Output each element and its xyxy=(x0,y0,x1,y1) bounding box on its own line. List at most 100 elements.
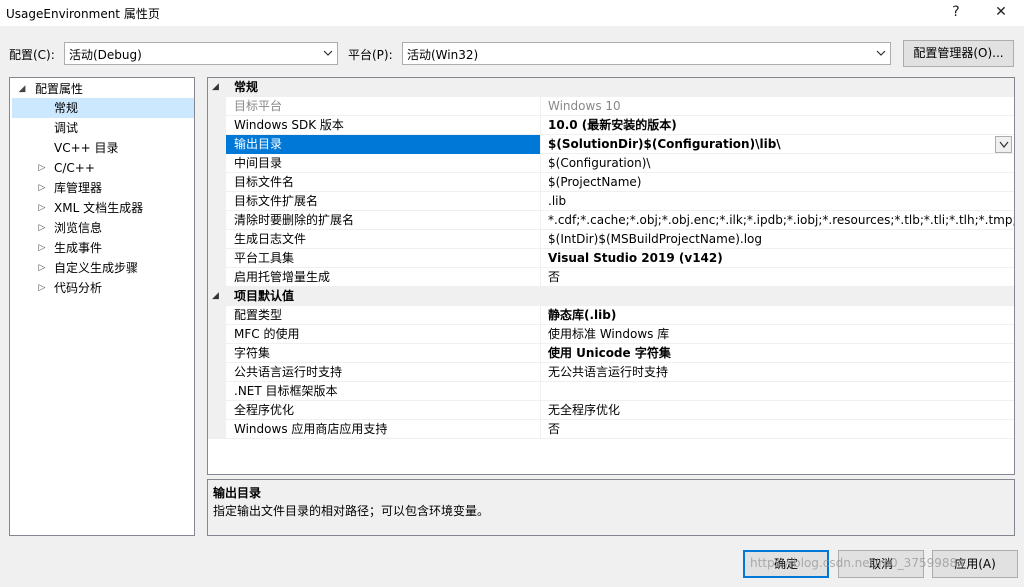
property-name: MFC 的使用 xyxy=(234,325,541,344)
property-value: 否 xyxy=(548,422,561,436)
property-name: 公共语言运行时支持 xyxy=(234,363,541,382)
platform-label: 平台(P): xyxy=(348,48,393,62)
tree-item-browse-information[interactable]: ▷ 浏览信息 xyxy=(10,218,194,238)
property-row-windows-store-app-support[interactable]: Windows 应用商店应用支持 否 xyxy=(208,420,1014,439)
property-value: 使用 Unicode 字符集 xyxy=(548,346,671,360)
chevron-down-icon xyxy=(323,50,333,56)
tree-item-label: VC++ 目录 xyxy=(54,141,119,155)
collapsed-arrow-icon[interactable]: ▷ xyxy=(36,218,48,238)
property-row-configuration-type[interactable]: 配置类型 静态库(.lib) xyxy=(208,306,1014,325)
property-name: 生成日志文件 xyxy=(234,230,541,249)
chevron-down-icon xyxy=(999,141,1009,148)
property-value: $(IntDir)$(MSBuildProjectName).log xyxy=(548,232,763,246)
platform-select[interactable]: 活动(Win32) xyxy=(402,42,891,65)
property-row-clr-support[interactable]: 公共语言运行时支持 无公共语言运行时支持 xyxy=(208,363,1014,382)
property-value xyxy=(548,382,1014,401)
property-value: 使用标准 Windows 库 xyxy=(548,327,670,341)
tree-item-xml-doc-generator[interactable]: ▷ XML 文档生成器 xyxy=(10,198,194,218)
tree-item-librarian[interactable]: ▷ 库管理器 xyxy=(10,178,194,198)
tree-item-config-properties[interactable]: ◢ 配置属性 xyxy=(10,79,194,99)
collapsed-arrow-icon[interactable]: ▷ xyxy=(36,178,48,198)
property-value: *.cdf;*.cache;*.obj;*.obj.enc;*.ilk;*.ip… xyxy=(548,213,1014,227)
config-select-value: 活动(Debug) xyxy=(69,48,142,62)
property-row-target-extension[interactable]: 目标文件扩展名 .lib xyxy=(208,192,1014,211)
help-button[interactable]: ? xyxy=(933,0,979,26)
category-project-defaults[interactable]: ◢ 项目默认值 xyxy=(208,287,1014,306)
property-name: 目标文件扩展名 xyxy=(234,192,541,211)
tree-item-label: 配置属性 xyxy=(35,82,84,96)
property-value: .lib xyxy=(548,194,567,208)
property-name: 输出目录 xyxy=(226,135,541,154)
property-row-net-target-framework[interactable]: .NET 目标框架版本 xyxy=(208,382,1014,401)
config-manager-button[interactable]: 配置管理器(O)... xyxy=(903,40,1014,67)
property-row-target-name[interactable]: 目标文件名 $(ProjectName) xyxy=(208,173,1014,192)
property-name: 目标平台 xyxy=(234,97,541,116)
expanded-arrow-icon[interactable]: ◢ xyxy=(16,79,28,99)
property-value: 10.0 (最新安装的版本) xyxy=(548,118,677,132)
tree-item-general[interactable]: 常规 xyxy=(12,98,194,118)
property-value: $(Configuration)\ xyxy=(548,156,651,170)
collapsed-arrow-icon[interactable]: ▷ xyxy=(36,158,48,178)
category-label: 项目默认值 xyxy=(234,289,295,303)
collapsed-arrow-icon[interactable]: ▷ xyxy=(36,198,48,218)
property-name: 启用托管增量生成 xyxy=(234,268,541,287)
description-title: 输出目录 xyxy=(213,486,262,500)
tree-item-code-analysis[interactable]: ▷ 代码分析 xyxy=(10,278,194,298)
config-label: 配置(C): xyxy=(9,48,55,62)
tree-item-label: C/C++ xyxy=(54,161,95,175)
property-name: 字符集 xyxy=(234,344,541,363)
expanded-arrow-icon[interactable]: ◢ xyxy=(212,78,219,97)
collapsed-arrow-icon[interactable]: ▷ xyxy=(36,238,48,258)
property-row-managed-incremental-build[interactable]: 启用托管增量生成 否 xyxy=(208,268,1014,287)
property-name: 中间目录 xyxy=(234,154,541,173)
collapsed-arrow-icon[interactable]: ▷ xyxy=(36,258,48,278)
tree-item-label: XML 文档生成器 xyxy=(54,201,144,215)
tree-item-vc-directories[interactable]: VC++ 目录 xyxy=(10,138,194,158)
tree-item-label: 调试 xyxy=(54,121,79,135)
property-value: 无公共语言运行时支持 xyxy=(548,365,669,379)
description-panel: 输出目录 指定输出文件目录的相对路径；可以包含环境变量。 xyxy=(207,479,1015,536)
property-row-character-set[interactable]: 字符集 使用 Unicode 字符集 xyxy=(208,344,1014,363)
property-row-target-platform[interactable]: 目标平台 Windows 10 xyxy=(208,97,1014,116)
config-select[interactable]: 活动(Debug) xyxy=(64,42,338,65)
property-row-use-of-mfc[interactable]: MFC 的使用 使用标准 Windows 库 xyxy=(208,325,1014,344)
watermark: https://blog.csdn.net/m0_37599884 xyxy=(750,556,965,570)
tree-item-debugging[interactable]: 调试 xyxy=(10,118,194,138)
property-name: Windows 应用商店应用支持 xyxy=(234,420,541,439)
platform-select-value: 活动(Win32) xyxy=(407,48,479,62)
property-grid: ◢ 常规 目标平台 Windows 10 Windows SDK 版本 10.0… xyxy=(207,77,1015,475)
property-value: Visual Studio 2019 (v142) xyxy=(548,251,723,265)
property-value: $(ProjectName) xyxy=(548,175,642,189)
property-row-intermediate-directory[interactable]: 中间目录 $(Configuration)\ xyxy=(208,154,1014,173)
property-name: 平台工具集 xyxy=(234,249,541,268)
tree-item-c-cpp[interactable]: ▷ C/C++ xyxy=(10,158,194,178)
property-row-whole-program-optimization[interactable]: 全程序优化 无全程序优化 xyxy=(208,401,1014,420)
property-value: Windows 10 xyxy=(548,99,621,113)
window-title: UsageEnvironment 属性页 xyxy=(6,7,160,21)
tree-item-label: 库管理器 xyxy=(54,181,103,195)
property-name: Windows SDK 版本 xyxy=(234,116,541,135)
title-bar: UsageEnvironment 属性页 ? ✕ xyxy=(0,0,1024,26)
chevron-down-icon xyxy=(876,50,886,56)
tree-item-label: 自定义生成步骤 xyxy=(54,261,139,275)
property-row-output-directory[interactable]: 输出目录 $(SolutionDir)$(Configuration)\lib\ xyxy=(208,135,1014,154)
tree-item-build-events[interactable]: ▷ 生成事件 xyxy=(10,238,194,258)
property-value[interactable]: $(SolutionDir)$(Configuration)\lib\ xyxy=(548,135,1014,154)
value-dropdown-button[interactable] xyxy=(995,136,1012,153)
tree-item-label: 代码分析 xyxy=(54,281,103,295)
property-row-build-log-file[interactable]: 生成日志文件 $(IntDir)$(MSBuildProjectName).lo… xyxy=(208,230,1014,249)
property-tree: ◢ 配置属性 常规 调试 VC++ 目录 ▷ C/C++ ▷ 库管理器 ▷ XM… xyxy=(9,77,195,536)
property-row-extensions-to-delete[interactable]: 清除时要删除的扩展名 *.cdf;*.cache;*.obj;*.obj.enc… xyxy=(208,211,1014,230)
tree-item-custom-build-step[interactable]: ▷ 自定义生成步骤 xyxy=(10,258,194,278)
collapsed-arrow-icon[interactable]: ▷ xyxy=(36,278,48,298)
property-name: 全程序优化 xyxy=(234,401,541,420)
category-general[interactable]: ◢ 常规 xyxy=(208,78,1014,97)
tree-item-label: 生成事件 xyxy=(54,241,103,255)
property-value: 否 xyxy=(548,270,561,284)
close-button[interactable]: ✕ xyxy=(978,0,1024,26)
expanded-arrow-icon[interactable]: ◢ xyxy=(212,287,219,306)
tree-item-label: 浏览信息 xyxy=(54,221,103,235)
tree-item-label: 常规 xyxy=(54,101,79,115)
property-row-platform-toolset[interactable]: 平台工具集 Visual Studio 2019 (v142) xyxy=(208,249,1014,268)
property-row-windows-sdk-version[interactable]: Windows SDK 版本 10.0 (最新安装的版本) xyxy=(208,116,1014,135)
